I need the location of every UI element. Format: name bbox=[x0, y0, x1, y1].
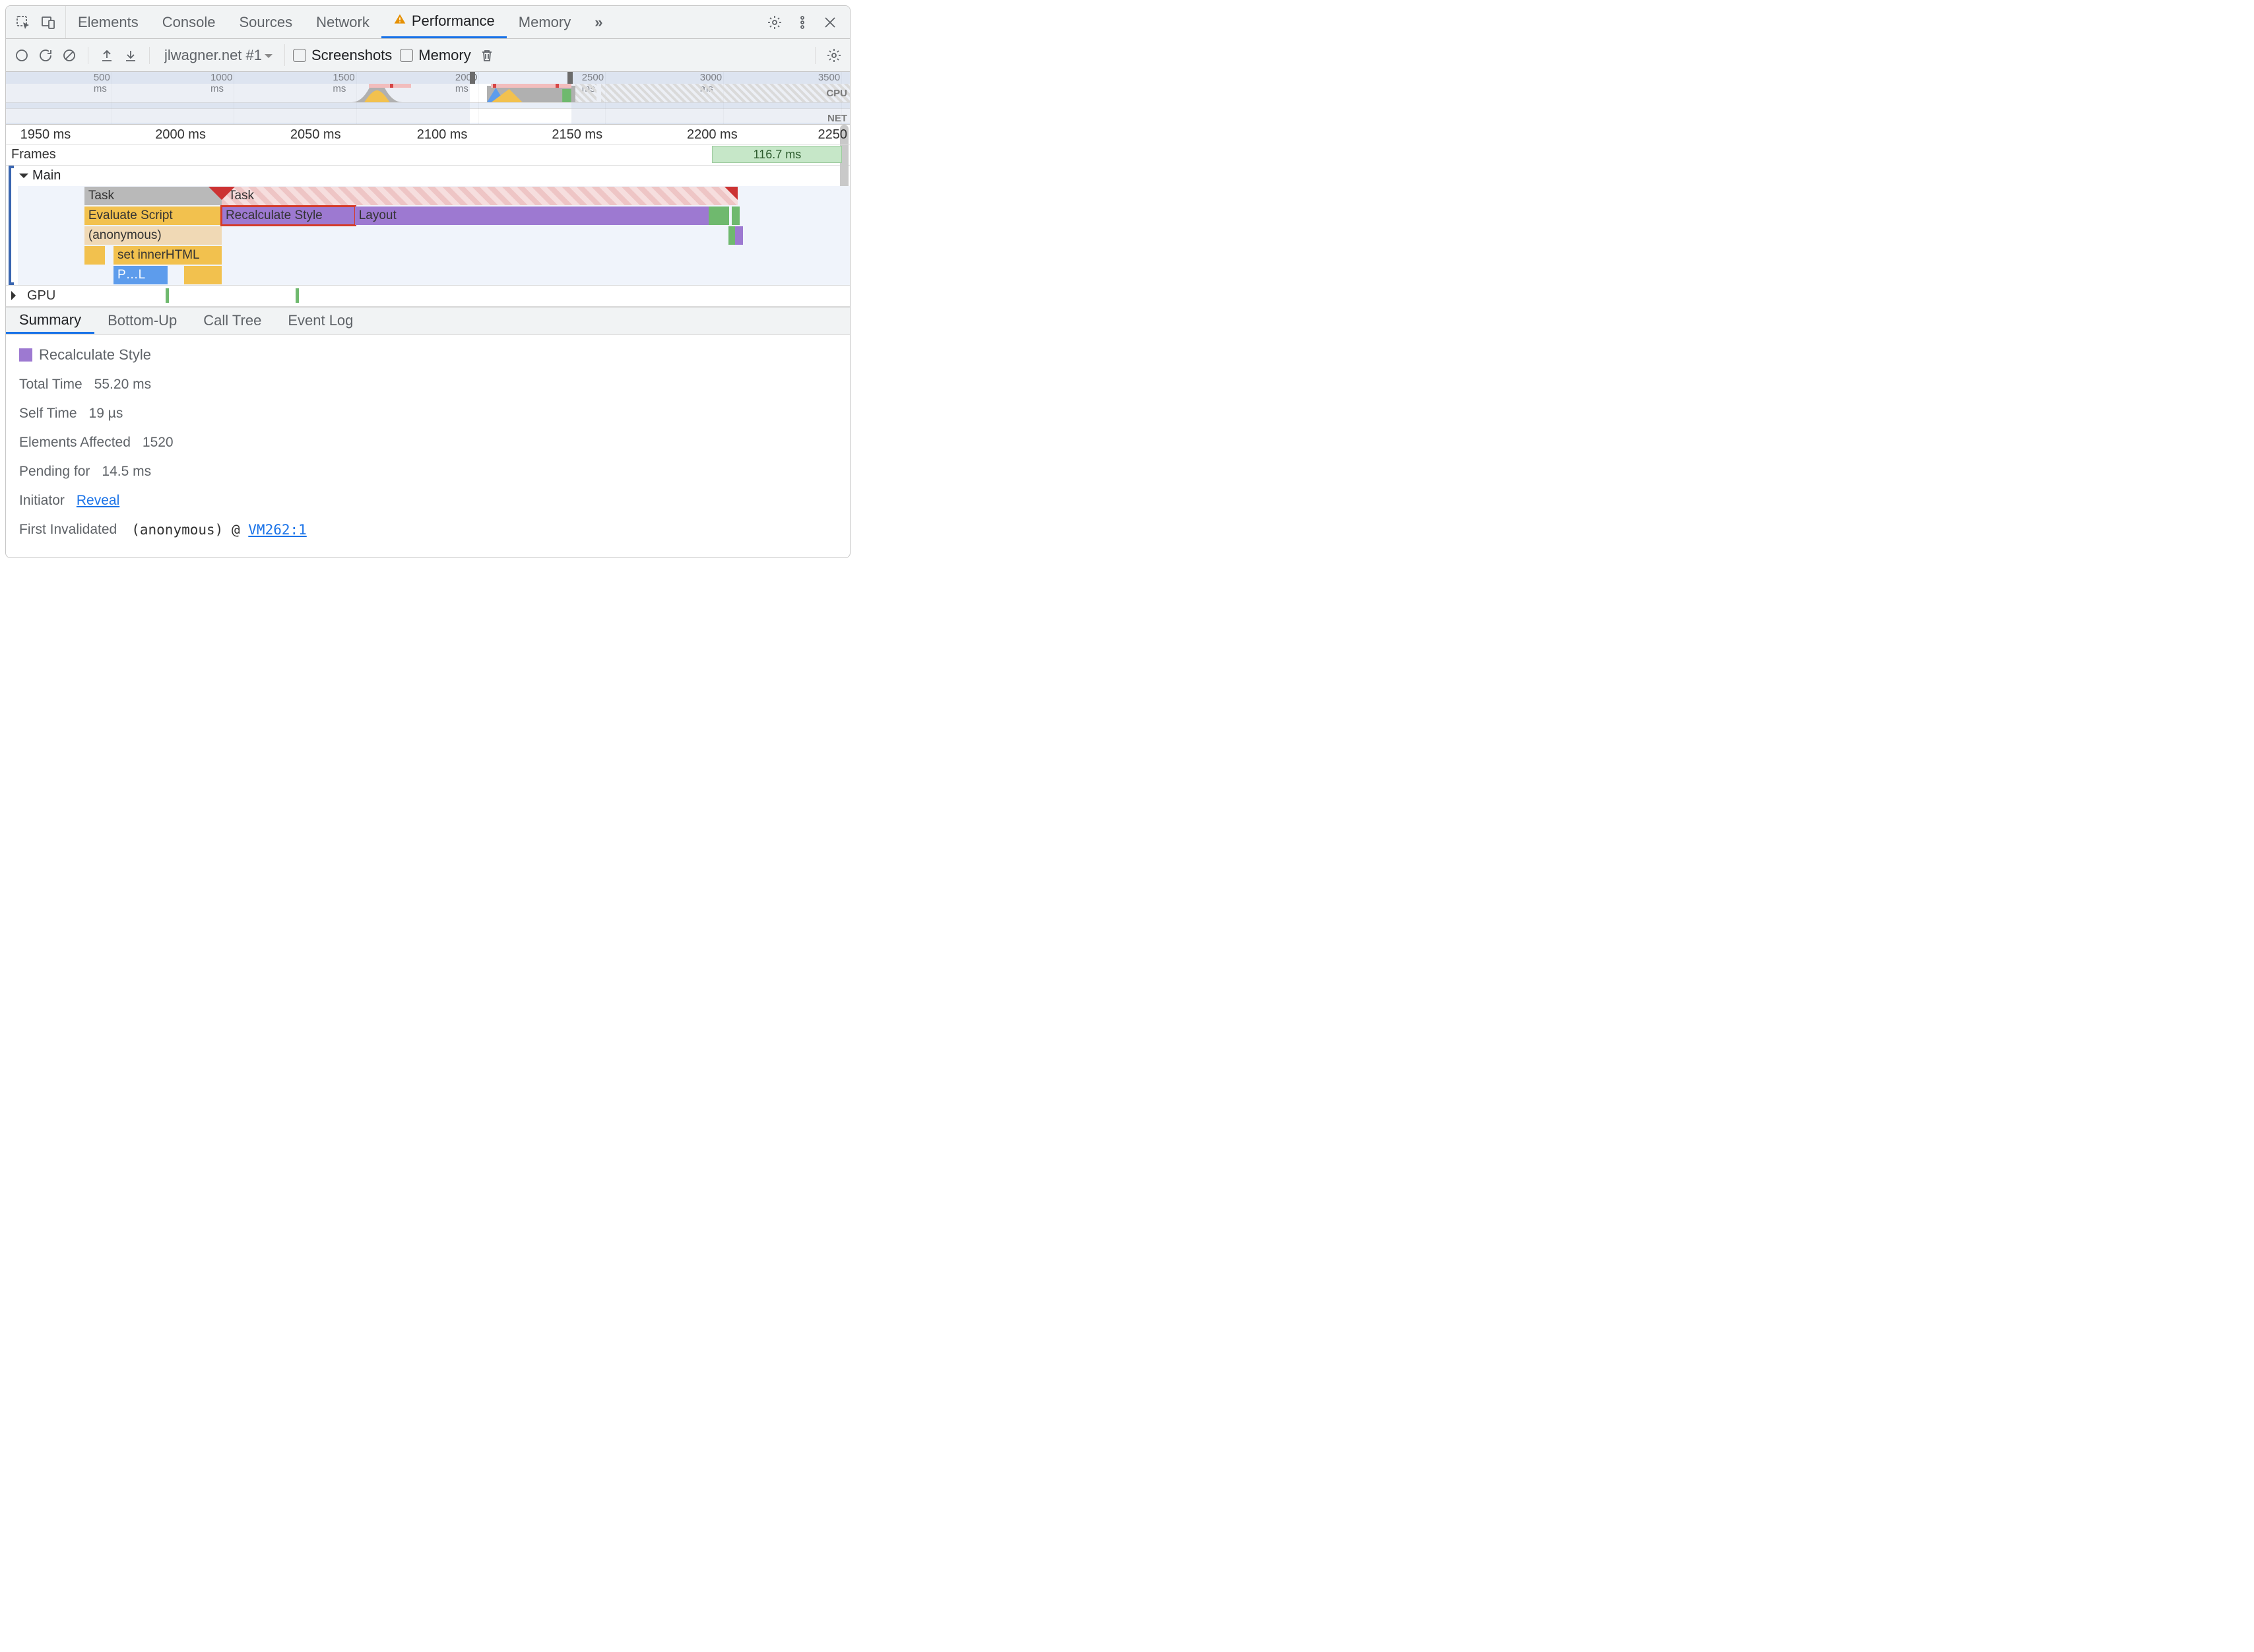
flame-slice[interactable] bbox=[184, 266, 222, 284]
flame-slice[interactable] bbox=[735, 226, 743, 245]
tab-call-tree[interactable]: Call Tree bbox=[190, 307, 274, 334]
inspect-tools bbox=[6, 6, 66, 38]
flame-evaluate-script[interactable]: Evaluate Script bbox=[84, 206, 222, 225]
capture-settings-gear-icon[interactable] bbox=[826, 48, 842, 63]
trash-icon[interactable] bbox=[479, 48, 495, 63]
main-bracket bbox=[9, 166, 14, 285]
flame-layout[interactable]: Layout bbox=[355, 206, 709, 225]
total-time-value: 55.20 ms bbox=[94, 377, 151, 393]
purple-swatch-icon bbox=[19, 348, 32, 362]
total-time-label: Total Time bbox=[19, 377, 82, 393]
self-time-label: Self Time bbox=[19, 406, 77, 422]
devtools-tabs: Elements Console Sources Network Perform… bbox=[66, 6, 755, 38]
flame-paint[interactable] bbox=[709, 206, 730, 225]
top-right-controls bbox=[755, 6, 850, 38]
gpu-label[interactable]: GPU bbox=[6, 286, 85, 306]
toggle-device-icon[interactable] bbox=[40, 15, 56, 30]
flame-parse-html[interactable]: P…L bbox=[113, 266, 168, 284]
tab-memory[interactable]: Memory bbox=[507, 6, 583, 38]
elements-affected-value: 1520 bbox=[143, 435, 174, 451]
net-label: NET bbox=[827, 113, 847, 124]
tab-sources[interactable]: Sources bbox=[227, 6, 304, 38]
tab-network[interactable]: Network bbox=[304, 6, 381, 38]
tab-elements[interactable]: Elements bbox=[66, 6, 150, 38]
flame-paint[interactable] bbox=[732, 206, 740, 225]
gpu-row: GPU bbox=[6, 285, 850, 307]
flame-anonymous[interactable]: (anonymous) bbox=[84, 226, 222, 245]
tab-event-log[interactable]: Event Log bbox=[274, 307, 366, 334]
disclosure-triangle-icon bbox=[19, 174, 28, 183]
main-flamechart[interactable]: Task Task Evaluate Script Recalculate St… bbox=[18, 186, 850, 285]
flamechart-area[interactable]: 1950 ms 2000 ms 2050 ms 2100 ms 2150 ms … bbox=[6, 125, 850, 307]
initiator-reveal-link[interactable]: Reveal bbox=[77, 493, 119, 509]
flame-task-long[interactable]: Task bbox=[222, 187, 738, 205]
download-icon[interactable] bbox=[123, 48, 139, 63]
upload-icon[interactable] bbox=[99, 48, 115, 63]
frames-row: Frames 116.7 ms bbox=[6, 144, 850, 166]
checkbox-icon bbox=[293, 49, 306, 62]
inspect-element-icon[interactable] bbox=[15, 15, 31, 30]
pending-for-label: Pending for bbox=[19, 464, 90, 480]
memory-checkbox[interactable]: Memory bbox=[400, 47, 470, 64]
checkbox-icon bbox=[400, 49, 413, 62]
main-track-header[interactable]: Main bbox=[18, 166, 850, 186]
first-invalidated: First Invalidated (anonymous) @ VM262:1 bbox=[19, 522, 837, 538]
pending-for-value: 14.5 ms bbox=[102, 464, 151, 480]
initiator-label: Initiator bbox=[19, 493, 65, 509]
recording-select-input[interactable]: jlwagner.net #1 bbox=[160, 44, 278, 66]
separator bbox=[149, 47, 150, 64]
close-devtools-icon[interactable] bbox=[822, 15, 838, 30]
frames-label: Frames bbox=[6, 144, 85, 165]
elements-affected-label: Elements Affected bbox=[19, 435, 131, 451]
screenshots-checkbox[interactable]: Screenshots bbox=[293, 47, 392, 64]
devtools-tabstrip: Elements Console Sources Network Perform… bbox=[6, 6, 850, 39]
summary-title: Recalculate Style bbox=[19, 346, 837, 364]
frame-block[interactable]: 116.7 ms bbox=[712, 146, 842, 163]
warning-icon bbox=[393, 13, 406, 30]
kebab-menu-icon[interactable] bbox=[794, 15, 810, 30]
disclosure-triangle-icon bbox=[11, 291, 20, 300]
cpu-label: CPU bbox=[826, 88, 847, 99]
tab-performance[interactable]: Performance bbox=[381, 6, 507, 38]
record-icon[interactable] bbox=[14, 48, 30, 63]
timeline-ruler: 1950 ms 2000 ms 2050 ms 2100 ms 2150 ms … bbox=[6, 125, 850, 144]
devtools-window: Elements Console Sources Network Perform… bbox=[5, 5, 851, 558]
clear-icon[interactable] bbox=[61, 48, 77, 63]
tabs-overflow-button[interactable]: » bbox=[583, 6, 614, 38]
separator bbox=[815, 47, 816, 64]
reload-icon[interactable] bbox=[38, 48, 53, 63]
flame-slice[interactable] bbox=[84, 246, 106, 265]
details-tabstrip: Summary Bottom-Up Call Tree Event Log bbox=[6, 307, 850, 334]
tab-console[interactable]: Console bbox=[150, 6, 228, 38]
recording-select[interactable]: jlwagner.net #1 bbox=[160, 44, 285, 66]
flame-task[interactable]: Task bbox=[84, 187, 222, 205]
performance-toolbar: jlwagner.net #1 Screenshots Memory bbox=[6, 39, 850, 72]
overview-strip[interactable]: 500 ms 1000 ms 1500 ms 2000 ms 2500 ms 3… bbox=[6, 72, 850, 125]
summary-pane: Recalculate Style Total Time 55.20 ms Sel… bbox=[6, 334, 850, 557]
flame-set-innerhtml[interactable]: set innerHTML bbox=[113, 246, 222, 265]
first-invalidated-source-link[interactable]: VM262:1 bbox=[248, 522, 307, 538]
flame-recalculate-style[interactable]: Recalculate Style bbox=[222, 206, 355, 225]
tab-bottom-up[interactable]: Bottom-Up bbox=[94, 307, 190, 334]
tab-summary[interactable]: Summary bbox=[6, 307, 94, 334]
settings-gear-icon[interactable] bbox=[767, 15, 783, 30]
self-time-value: 19 µs bbox=[89, 406, 123, 422]
